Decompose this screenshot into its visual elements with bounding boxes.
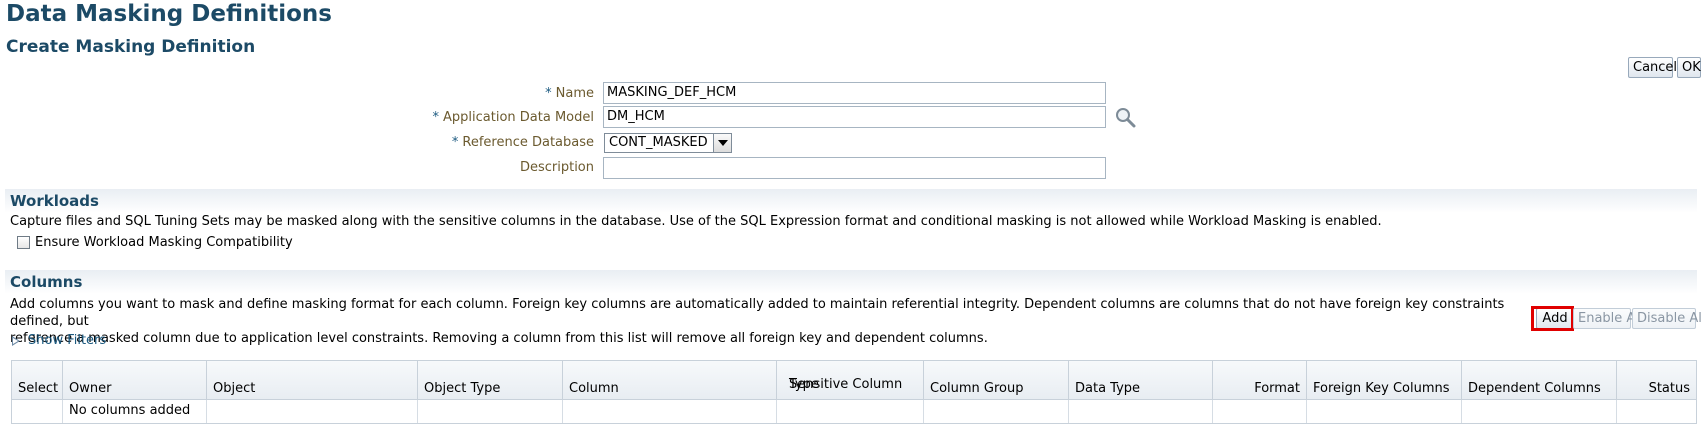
page-title: Data Masking Definitions [6, 1, 332, 27]
required-marker: * [545, 86, 552, 101]
col-dependent-columns[interactable]: Dependent Columns [1462, 361, 1617, 401]
col-sensitive-column-type[interactable]: Sensitive Column Type [777, 361, 924, 401]
cell-status [1617, 400, 1696, 423]
reference-database-label: * Reference Database [452, 135, 594, 150]
col-object[interactable]: Object [207, 361, 418, 401]
name-label-text: Name [555, 86, 594, 101]
ok-button[interactable]: OK [1677, 57, 1701, 78]
cell-select [12, 400, 63, 423]
description-label: Description [519, 160, 594, 175]
cell-column-group [924, 400, 1069, 423]
cancel-button[interactable]: Cancel [1628, 57, 1677, 78]
cell-format [1213, 400, 1307, 423]
disclosure-triangle-icon[interactable] [12, 336, 20, 346]
sensitive-type-line2: Type [789, 377, 819, 392]
required-marker: * [451, 135, 459, 150]
col-object-type[interactable]: Object Type [418, 361, 563, 401]
col-column-group[interactable]: Column Group [924, 361, 1069, 401]
col-select[interactable]: Select [12, 361, 63, 401]
cell-data-type [1069, 400, 1213, 423]
cell-owner: No columns added [63, 400, 207, 423]
reference-database-select[interactable]: CONT_MASKED [604, 133, 732, 153]
reference-database-label-text: Reference Database [462, 135, 594, 150]
columns-description-line1: Add columns you want to mask and define … [10, 297, 1505, 329]
cell-object-type [418, 400, 563, 423]
col-foreign-key-columns[interactable]: Foreign Key Columns [1307, 361, 1462, 401]
table-row: No columns added [11, 400, 1697, 424]
chevron-down-icon[interactable] [713, 134, 731, 152]
col-data-type[interactable]: Data Type [1069, 361, 1213, 401]
columns-table: Select Owner Object Object Type Column S… [11, 360, 1697, 424]
columns-description-line2: reference a masked column due to applica… [10, 331, 988, 346]
col-column[interactable]: Column [563, 361, 777, 401]
page-subtitle: Create Masking Definition [6, 37, 256, 57]
required-marker: * [432, 110, 440, 125]
cell-dependent [1462, 400, 1617, 423]
disable-all-button[interactable]: Disable All [1632, 308, 1702, 329]
adm-label: * Application Data Model [433, 110, 594, 125]
columns-section-header: Columns [5, 270, 1697, 294]
cell-foreign-key [1307, 400, 1462, 423]
reference-database-value: CONT_MASKED [609, 135, 708, 150]
empty-table-message: No columns added [69, 403, 191, 418]
cell-sensitive-type [777, 400, 924, 423]
workload-masking-checkbox[interactable] [17, 236, 30, 249]
columns-description: Add columns you want to mask and define … [10, 296, 1530, 347]
workload-masking-checkbox-label[interactable]: Ensure Workload Masking Compatibility [35, 234, 293, 251]
col-owner[interactable]: Owner [63, 361, 207, 401]
add-button-highlight [1531, 306, 1574, 331]
cell-object [207, 400, 418, 423]
col-status[interactable]: Status [1617, 361, 1696, 401]
table-header-row: Select Owner Object Object Type Column S… [11, 360, 1697, 401]
show-filters-link[interactable]: Show Filters [28, 332, 106, 349]
workloads-heading: Workloads [10, 192, 99, 210]
workloads-description: Capture files and SQL Tuning Sets may be… [10, 214, 1382, 229]
cell-column [563, 400, 777, 423]
application-data-model-input[interactable]: DM_HCM [603, 106, 1106, 128]
columns-heading: Columns [10, 273, 83, 291]
name-label: * Name [545, 86, 594, 101]
workloads-section-header: Workloads [5, 189, 1697, 213]
description-input[interactable] [603, 157, 1106, 179]
name-input[interactable]: MASKING_DEF_HCM [603, 82, 1106, 104]
enable-all-button[interactable]: Enable All [1573, 308, 1643, 329]
search-icon[interactable] [1115, 107, 1137, 129]
adm-label-text: Application Data Model [443, 110, 594, 125]
col-format[interactable]: Format [1213, 361, 1307, 401]
